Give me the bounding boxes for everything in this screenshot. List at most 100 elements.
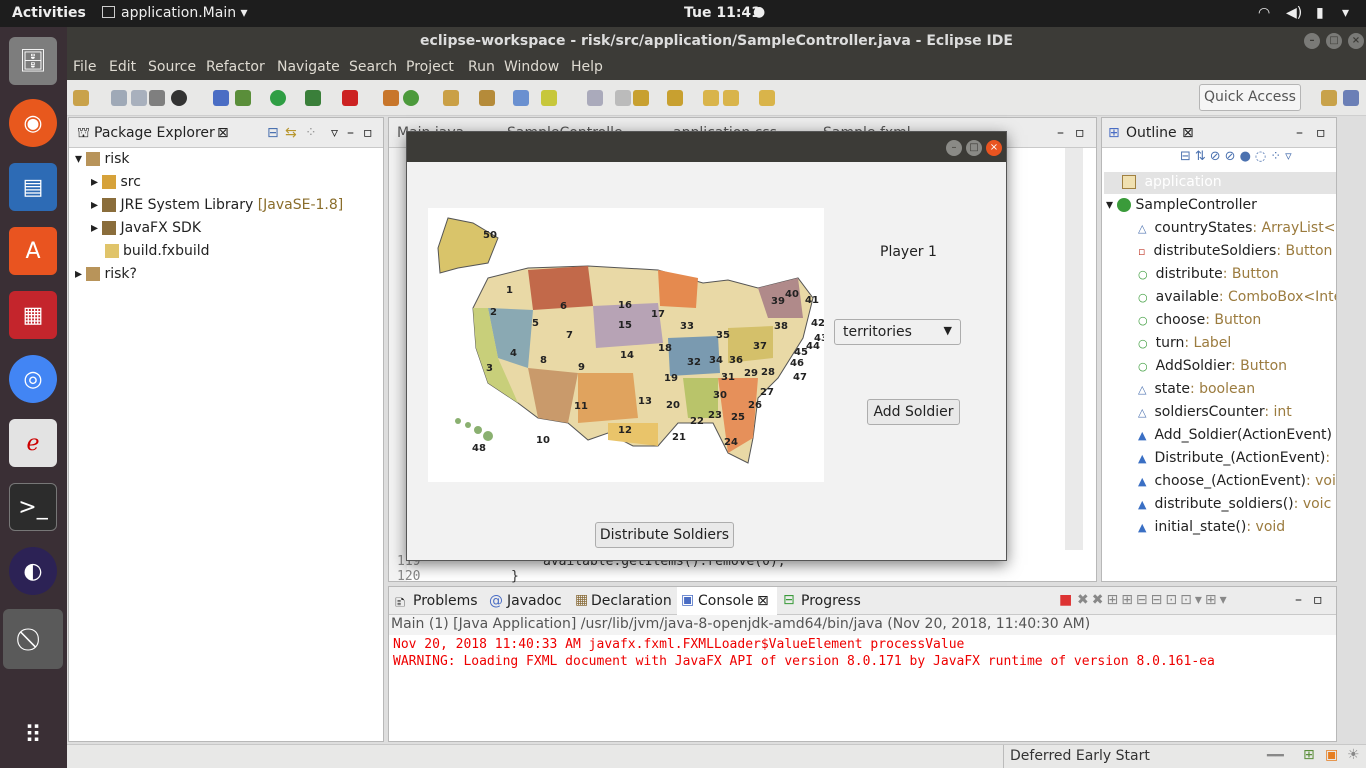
forward-icon[interactable]: [759, 90, 775, 106]
coverage-icon[interactable]: [305, 90, 321, 106]
terminate-icon[interactable]: ■: [1059, 592, 1072, 608]
eclipse-icon[interactable]: ◐: [9, 547, 57, 595]
close-icon[interactable]: ×: [1348, 33, 1364, 49]
territories-combobox[interactable]: territories ▼: [834, 319, 961, 345]
outline-class[interactable]: ▾ SampleController: [1106, 197, 1257, 213]
outline-member[interactable]: △ soldiersCounter: int: [1138, 404, 1292, 420]
maximize-view-icon[interactable]: ▫: [1075, 125, 1085, 141]
close-tab-icon[interactable]: ⊠: [217, 125, 229, 141]
software-icon[interactable]: A: [9, 227, 57, 275]
outline-tab[interactable]: ⊞ Outline ⊠ – ▫: [1102, 118, 1336, 148]
outline-member[interactable]: ○ choose: Button: [1138, 312, 1261, 328]
menu-navigate[interactable]: Navigate: [277, 59, 340, 75]
outline-member[interactable]: ○ distribute: Button: [1138, 266, 1279, 282]
app-menu[interactable]: application.Main ▾: [102, 5, 248, 21]
outline-member[interactable]: ○ AddSoldier: Button: [1138, 358, 1287, 374]
terminal-icon[interactable]: >_: [9, 483, 57, 531]
maximize-view-icon[interactable]: ▫: [363, 125, 373, 141]
java-app-icon[interactable]: ⃠: [3, 609, 63, 669]
outline-member[interactable]: ▫ distributeSoldiers: Button: [1138, 243, 1332, 259]
menu-help[interactable]: Help: [571, 59, 603, 75]
outline-member[interactable]: ▲ Add_Soldier(ActionEvent): [1138, 427, 1332, 443]
outline-member[interactable]: ○ available: ComboBox<Inte: [1138, 289, 1336, 305]
outline-member[interactable]: ▲ choose_(ActionEvent): voi: [1138, 473, 1336, 489]
apps-cube-icon[interactable]: ▦: [9, 291, 57, 339]
open-type-icon[interactable]: [443, 90, 459, 106]
files-icon[interactable]: 🗄: [9, 37, 57, 85]
external-tools-icon[interactable]: [342, 90, 358, 106]
menu-file[interactable]: File: [73, 59, 96, 75]
minimize-view-icon[interactable]: –: [1057, 125, 1064, 141]
maximize-view-icon[interactable]: ▫: [1313, 592, 1323, 608]
activities-button[interactable]: Activities: [12, 5, 86, 21]
back-icon[interactable]: [703, 90, 719, 106]
show-apps-icon[interactable]: ⠿: [9, 711, 57, 759]
save-all-icon[interactable]: [131, 90, 147, 106]
minimize-icon[interactable]: –: [946, 140, 962, 156]
close-tab-icon[interactable]: ⊠: [1182, 125, 1194, 141]
outline-toolbar[interactable]: ⊟⇅⊘⊘●◌⁘▿: [1180, 149, 1330, 171]
maximize-view-icon[interactable]: ▫: [1316, 125, 1326, 141]
outline-member[interactable]: ▲ Distribute_(ActionEvent):: [1138, 450, 1330, 466]
annotation-icon[interactable]: [513, 90, 529, 106]
tab-problems[interactable]: Problems: [413, 593, 478, 609]
volume-icon[interactable]: ◀): [1286, 5, 1302, 21]
tip-icon[interactable]: ☀: [1347, 747, 1360, 763]
outline-package[interactable]: application: [1122, 174, 1222, 190]
view-menu-icon[interactable]: ▿: [331, 125, 338, 141]
show-whitespace-icon[interactable]: [615, 90, 631, 106]
collapse-all-icon[interactable]: ⊟: [267, 125, 279, 141]
outline-member[interactable]: ▲ distribute_soldiers(): voic: [1138, 496, 1331, 512]
tab-declaration[interactable]: Declaration: [591, 593, 672, 609]
profile-icon[interactable]: [171, 90, 187, 106]
distribute-soldiers-button[interactable]: Distribute Soldiers: [595, 522, 734, 548]
add-soldier-button[interactable]: Add Soldier: [867, 399, 960, 425]
rss-icon[interactable]: ▣: [1325, 747, 1338, 763]
minimize-view-icon[interactable]: –: [1296, 125, 1303, 141]
binary-icon[interactable]: [149, 90, 165, 106]
minimize-icon[interactable]: –: [1304, 33, 1320, 49]
block-selection-icon[interactable]: [587, 90, 603, 106]
new-java-project-icon[interactable]: [383, 90, 399, 106]
code-line[interactable]: }: [511, 569, 519, 584]
pdf-viewer-icon[interactable]: ℯ: [9, 419, 57, 467]
prev-annotation-icon[interactable]: [667, 90, 683, 106]
menu-window[interactable]: Window: [504, 59, 559, 75]
new-icon[interactable]: [73, 90, 89, 106]
system-menu-arrow-icon[interactable]: ▾: [1342, 5, 1349, 21]
menu-run[interactable]: Run: [468, 59, 495, 75]
outline-member[interactable]: △ state: boolean: [1138, 381, 1255, 397]
back-arrow-icon[interactable]: [723, 90, 739, 106]
marketplace-icon[interactable]: ⊞: [1303, 747, 1315, 763]
writer-icon[interactable]: ▤: [9, 163, 57, 211]
progress-indicator[interactable]: ━━: [1267, 748, 1284, 764]
tab-console[interactable]: Console: [698, 593, 754, 609]
minimize-view-icon[interactable]: –: [347, 125, 354, 141]
overview-ruler[interactable]: [1065, 148, 1083, 550]
menu-edit[interactable]: Edit: [109, 59, 136, 75]
clock[interactable]: Tue 11:41: [684, 5, 761, 21]
maximize-icon[interactable]: □: [966, 140, 982, 156]
outline-member[interactable]: ○ turn: Label: [1138, 335, 1231, 351]
battery-icon[interactable]: ▮: [1316, 5, 1324, 21]
link-editor-icon[interactable]: ⇆: [285, 125, 297, 141]
skip-breakpoints-icon[interactable]: [213, 90, 229, 106]
save-icon[interactable]: [111, 90, 127, 106]
quick-access-input[interactable]: Quick Access: [1199, 84, 1301, 111]
tab-progress[interactable]: Progress: [801, 593, 861, 609]
chrome-icon[interactable]: ◎: [9, 355, 57, 403]
filters-icon[interactable]: ⁘: [305, 125, 317, 141]
tree-item[interactable]: ▾ risk: [75, 151, 130, 167]
tree-item[interactable]: ▸ JavaFX SDK: [91, 220, 201, 236]
open-perspective-icon[interactable]: [1321, 90, 1337, 106]
tree-item[interactable]: ▸ src: [91, 174, 141, 190]
menu-source[interactable]: Source: [148, 59, 196, 75]
mark-occurrences-icon[interactable]: [541, 90, 557, 106]
outline-member[interactable]: △ countryStates: ArrayList<: [1138, 220, 1335, 236]
outline-member[interactable]: ▲ initial_state(): void: [1138, 519, 1285, 535]
tree-item[interactable]: build.fxbuild: [105, 243, 210, 259]
menu-refactor[interactable]: Refactor: [206, 59, 265, 75]
wifi-icon[interactable]: ◠: [1258, 5, 1270, 21]
close-tab-icon[interactable]: ⊠: [757, 593, 769, 609]
run-icon[interactable]: [270, 90, 286, 106]
